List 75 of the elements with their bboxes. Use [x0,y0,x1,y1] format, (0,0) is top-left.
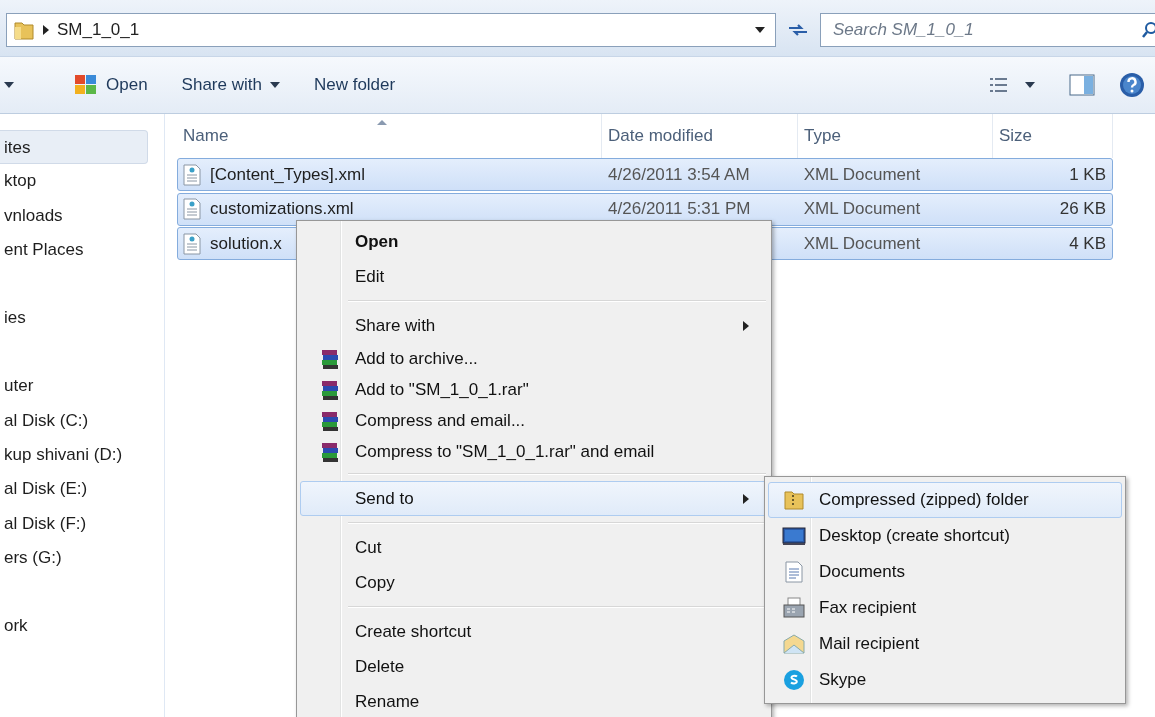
xml-file-icon [182,198,202,220]
dropdown-caret-icon[interactable] [4,82,14,88]
navigation-item[interactable]: al Disk (F:) [0,506,148,541]
date-modified: 4/26/2011 5:31 PM [608,199,751,219]
menu-item[interactable]: Open [300,224,768,259]
books-stack-icon [320,347,340,370]
search-icon[interactable] [1141,20,1155,40]
document-icon [784,561,804,583]
menu-item[interactable]: Desktop (create shortcut) [768,518,1122,554]
file-type: XML Document [803,164,921,185]
navigation-item[interactable]: al Disk (E:) [0,472,148,507]
navigation-item[interactable]: ktop [0,164,148,199]
xml-file-icon [182,163,202,186]
submenu-arrow-icon [743,320,749,331]
books-stack-icon [320,378,340,401]
search-field[interactable]: Search SM_1_0_1 [820,13,1155,47]
navigation-item[interactable]: uter [0,369,148,404]
menu-item[interactable]: Compress and email... [300,405,768,436]
menu-item[interactable]: Rename [300,684,768,717]
menu-item[interactable]: Documents [768,554,1122,590]
navigation-item[interactable]: al Disk (C:) [0,403,148,439]
menu-item[interactable]: Skype [768,662,1122,698]
file-row[interactable]: [Content_Types].xml 4/26/2011 3:54 AM XML Document 1 KB [177,158,1113,191]
navigation-item[interactable]: ites [0,130,148,165]
envelope-icon [783,633,805,655]
menu-item[interactable]: Add to archive... [300,343,768,374]
menu-item[interactable]: Edit [300,259,768,294]
app-icon [74,74,98,96]
menu-item[interactable]: Compress to "SM_1_0_1.rar" and email [300,436,768,467]
navigation-item[interactable]: ies [0,301,148,336]
fax-machine-icon [783,597,805,619]
menu-item[interactable]: Create shortcut [300,614,768,649]
file-size: 26 KB [1059,199,1106,219]
submenu-arrow-icon [743,493,749,504]
file-name: [Content_Types].xml [210,164,365,185]
navigation-item[interactable]: ork [0,609,148,644]
breadcrumb-path[interactable]: SM_1_0_1 [57,20,140,40]
navigation-item[interactable]: kup shivani (D:) [0,438,148,473]
xml-file-icon [182,232,202,255]
file-type: XML Document [803,199,921,219]
folder-icon [13,19,35,41]
menu-item[interactable]: Copy [300,565,768,600]
monitor-icon [782,526,806,546]
dropdown-caret-icon[interactable] [1025,82,1035,88]
file-size: 4 KB [1069,233,1106,254]
address-field[interactable]: SM_1_0_1 [6,13,776,47]
menu-item[interactable]: Delete [300,649,768,684]
books-stack-icon [320,409,340,432]
navigation-item[interactable]: vnloads [0,198,148,233]
file-name: customizations.xml [210,199,354,219]
file-row[interactable]: customizations.xml 4/26/2011 5:31 PM XML Document 26 KB [177,192,1113,226]
menu-item[interactable]: Mail recipient [768,626,1122,662]
navigation-item[interactable]: ers (G:) [0,540,148,576]
dropdown-caret-icon [269,82,280,88]
menu-item[interactable]: Compressed (zipped) folder [768,482,1122,518]
dropdown-caret-icon[interactable] [755,27,765,33]
skype-icon [783,669,805,691]
toolbar-button[interactable]: Share with [171,71,290,99]
file-type: XML Document [803,233,921,254]
menu-item[interactable]: Share with [300,308,768,343]
zip-folder-icon [783,489,805,511]
navigation-item[interactable]: ent Places [0,232,148,268]
search-placeholder: Search SM_1_0_1 [833,20,974,40]
breadcrumb-arrow-icon [43,25,49,35]
menu-item[interactable]: Cut [300,530,768,565]
books-stack-icon [320,440,340,463]
menu-item[interactable]: Add to "SM_1_0_1.rar" [300,374,768,405]
menu-item[interactable]: Fax recipient [768,590,1122,626]
file-size: 1 KB [1069,164,1106,185]
date-modified: 4/26/2011 3:54 AM [608,164,750,185]
toolbar-button[interactable]: Open [64,70,158,100]
sort-arrow-icon [377,120,387,125]
toolbar-button[interactable]: New folder [303,71,406,99]
file-name: solution.x [210,233,282,254]
help-icon[interactable] [1119,72,1145,98]
